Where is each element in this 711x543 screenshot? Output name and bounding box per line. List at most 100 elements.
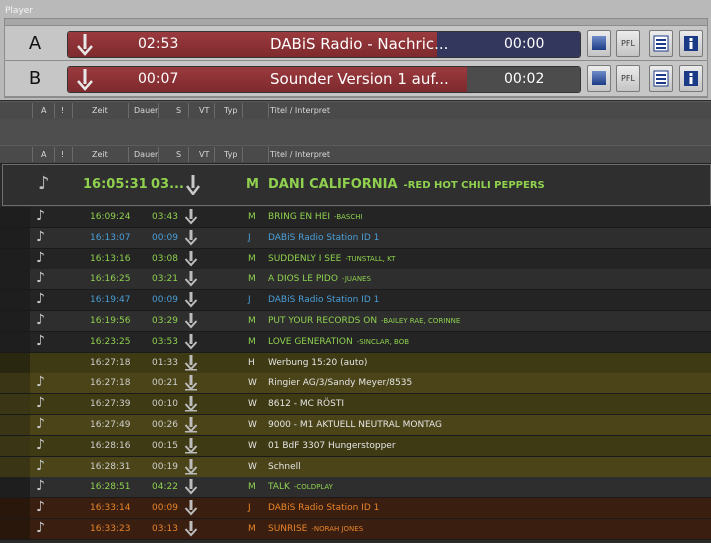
column-header-0[interactable]: A (41, 102, 46, 119)
row-type: W (248, 461, 257, 472)
row-type: W (248, 420, 257, 430)
column-header-4[interactable]: S (176, 146, 181, 163)
row-marker (0, 373, 30, 394)
down-arrow-icon (184, 229, 198, 246)
info-button[interactable] (679, 65, 703, 92)
column-header-2[interactable]: Zeit (92, 102, 108, 119)
playlist-row[interactable]: ♪ 16:28:16 00:15 W 01 BdF 3307 Hungersto… (0, 435, 711, 457)
playlist-row[interactable]: ♪ 16:13:07 00:09 J DABiS Radio Station I… (0, 227, 711, 249)
row-title-line: TALK -COLDPLAY (268, 477, 333, 497)
column-divider[interactable] (158, 103, 159, 118)
column-header-3[interactable]: Dauer (134, 102, 158, 119)
playlist-row[interactable]: 16:27:18 01:33 H Werbung 15:20 (auto) (0, 352, 711, 374)
playlist-row[interactable]: ♪ 16:19:56 03:29 M PUT YOUR RECORDS ON -B… (0, 311, 711, 332)
current-artist: -RED HOT CHILI PEPPERS (403, 180, 545, 191)
column-divider[interactable] (268, 103, 269, 118)
column-divider[interactable] (32, 103, 33, 118)
column-divider[interactable] (188, 147, 189, 162)
column-divider[interactable] (214, 103, 215, 118)
row-title-line: SUNRISE -NORAH JONES (268, 519, 363, 539)
column-header-6[interactable]: Typ (224, 102, 237, 119)
column-divider[interactable] (158, 147, 159, 162)
column-divider[interactable] (268, 147, 269, 162)
column-header-1[interactable]: ! (61, 102, 64, 119)
column-header-2[interactable]: Zeit (92, 146, 108, 163)
column-header-4[interactable]: S (176, 102, 181, 119)
playlist-row[interactable]: ♪ 16:27:49 00:26 W 9000 - M1 AKTUELL NEU… (0, 415, 711, 436)
row-type: M (248, 253, 256, 264)
playlist-row[interactable]: ♪ 16:13:16 03:08 M SUDDENLY I SEE -TUNSTA… (0, 248, 711, 270)
pfl-button[interactable]: PFL (616, 30, 640, 57)
deck-color-button[interactable] (587, 30, 611, 57)
deck-color-button[interactable] (587, 65, 611, 92)
row-title: A DIOS LE PIDO (268, 274, 338, 285)
column-divider[interactable] (242, 103, 243, 118)
pfl-button[interactable]: PFL (616, 65, 640, 92)
row-title: Werbung 15:20 (auto) (268, 357, 368, 368)
down-arrow-icon (184, 333, 198, 350)
column-header-5[interactable]: VT (199, 146, 209, 163)
row-time: 16:19:56 (90, 316, 131, 326)
row-title-line: Ringier AG/3/Sandy Meyer/8535 (268, 373, 412, 393)
row-duration: 04:22 (152, 482, 178, 493)
playlist-row[interactable]: ♪ 16:19:47 00:09 J DABiS Radio Station I… (0, 290, 711, 312)
player-panel: Player A 02:53 DABiS Radio - Nachric... … (0, 0, 711, 100)
current-track[interactable]: ♪ 16:05:31 03... M DANI CALIFORNIA -RED H… (2, 164, 711, 206)
playlist-button[interactable] (649, 65, 673, 92)
row-time: 16:27:49 (90, 420, 131, 430)
column-divider[interactable] (214, 147, 215, 162)
column-divider[interactable] (32, 147, 33, 162)
row-title-line: SUDDENLY I SEE -TUNSTALL, KT (268, 249, 395, 269)
music-note-icon: ♪ (36, 416, 45, 432)
row-time: 16:27:18 (90, 357, 131, 368)
playlist-row[interactable]: ♪ 16:28:31 00:19 W Schnell (0, 456, 711, 478)
playlist-row[interactable]: ♪ 16:27:18 00:21 W Ringier AG/3/Sandy Me… (0, 373, 711, 395)
row-marker (0, 269, 30, 290)
column-divider[interactable] (188, 103, 189, 118)
column-header-5[interactable]: VT (199, 102, 209, 119)
playlist-row[interactable]: ♪ 16:28:51 04:22 M TALK -COLDPLAY (0, 477, 711, 499)
down-arrow-icon (184, 271, 198, 287)
column-divider[interactable] (72, 103, 73, 118)
column-divider[interactable] (128, 147, 129, 162)
playlist-row[interactable]: ♪ 16:27:39 00:10 W 8612 - MC RÖSTI (0, 394, 711, 416)
playlist-button[interactable] (649, 30, 673, 57)
row-artist: -BAILEY RAE, CORINNE (381, 317, 461, 325)
current-title-line: DANI CALIFORNIA -RED HOT CHILI PEPPERS (268, 165, 545, 206)
column-header-7[interactable]: Titel / Interpret (270, 146, 330, 163)
column-header-6[interactable]: Typ (224, 146, 237, 163)
deck-track-title: DABiS Radio - Nachric... (270, 35, 449, 53)
playlist-row[interactable]: ♪ 16:23:25 03:53 M LOVE GENERATION -SINCL… (0, 331, 711, 353)
column-header-0[interactable]: A (41, 146, 46, 163)
column-divider[interactable] (54, 147, 55, 162)
music-note-icon: ♪ (36, 228, 45, 245)
column-divider[interactable] (54, 103, 55, 118)
row-title-line: DABiS Radio Station ID 1 (268, 498, 379, 518)
column-header-1[interactable]: ! (61, 146, 64, 163)
column-divider[interactable] (72, 147, 73, 162)
column-header-3[interactable]: Dauer (134, 146, 158, 163)
row-duration: 00:09 (152, 503, 178, 514)
column-header-7[interactable]: Titel / Interpret (270, 102, 330, 119)
row-time: 16:16:25 (90, 274, 131, 285)
column-divider[interactable] (242, 147, 243, 162)
music-note-icon: ♪ (36, 478, 45, 495)
playlist-row[interactable]: ♪ 16:16:25 03:21 M A DIOS LE PIDO -JUANES (0, 269, 711, 291)
row-title-line: BRING EN HEI -BASCHI (268, 207, 363, 227)
current-type: M (246, 177, 259, 192)
playlist-row[interactable]: ♪ 16:33:23 03:13 M SUNRISE -NORAH JONES (0, 519, 711, 540)
playlist-row[interactable]: ♪ 16:33:14 00:09 J DABiS Radio Station I… (0, 498, 711, 520)
row-duration: 00:19 (152, 461, 178, 472)
info-button[interactable] (679, 30, 703, 57)
music-note-icon: ♪ (36, 312, 45, 328)
empty-drop-area[interactable] (0, 119, 711, 147)
deck-progress-bar[interactable]: 02:53 DABiS Radio - Nachric... 00:00 (67, 31, 581, 58)
row-duration: 03:13 (152, 524, 178, 534)
row-title: Schnell (268, 461, 301, 472)
column-divider[interactable] (128, 103, 129, 118)
current-title: DANI CALIFORNIA (268, 177, 398, 192)
list-icon (653, 35, 669, 52)
playlist-row[interactable]: ♪ 16:09:24 03:43 M BRING EN HEI -BASCHI (0, 207, 711, 228)
music-note-icon: ♪ (36, 395, 45, 412)
deck-progress-bar[interactable]: 00:07 Sounder Version 1 auf... 00:02 (67, 66, 581, 93)
